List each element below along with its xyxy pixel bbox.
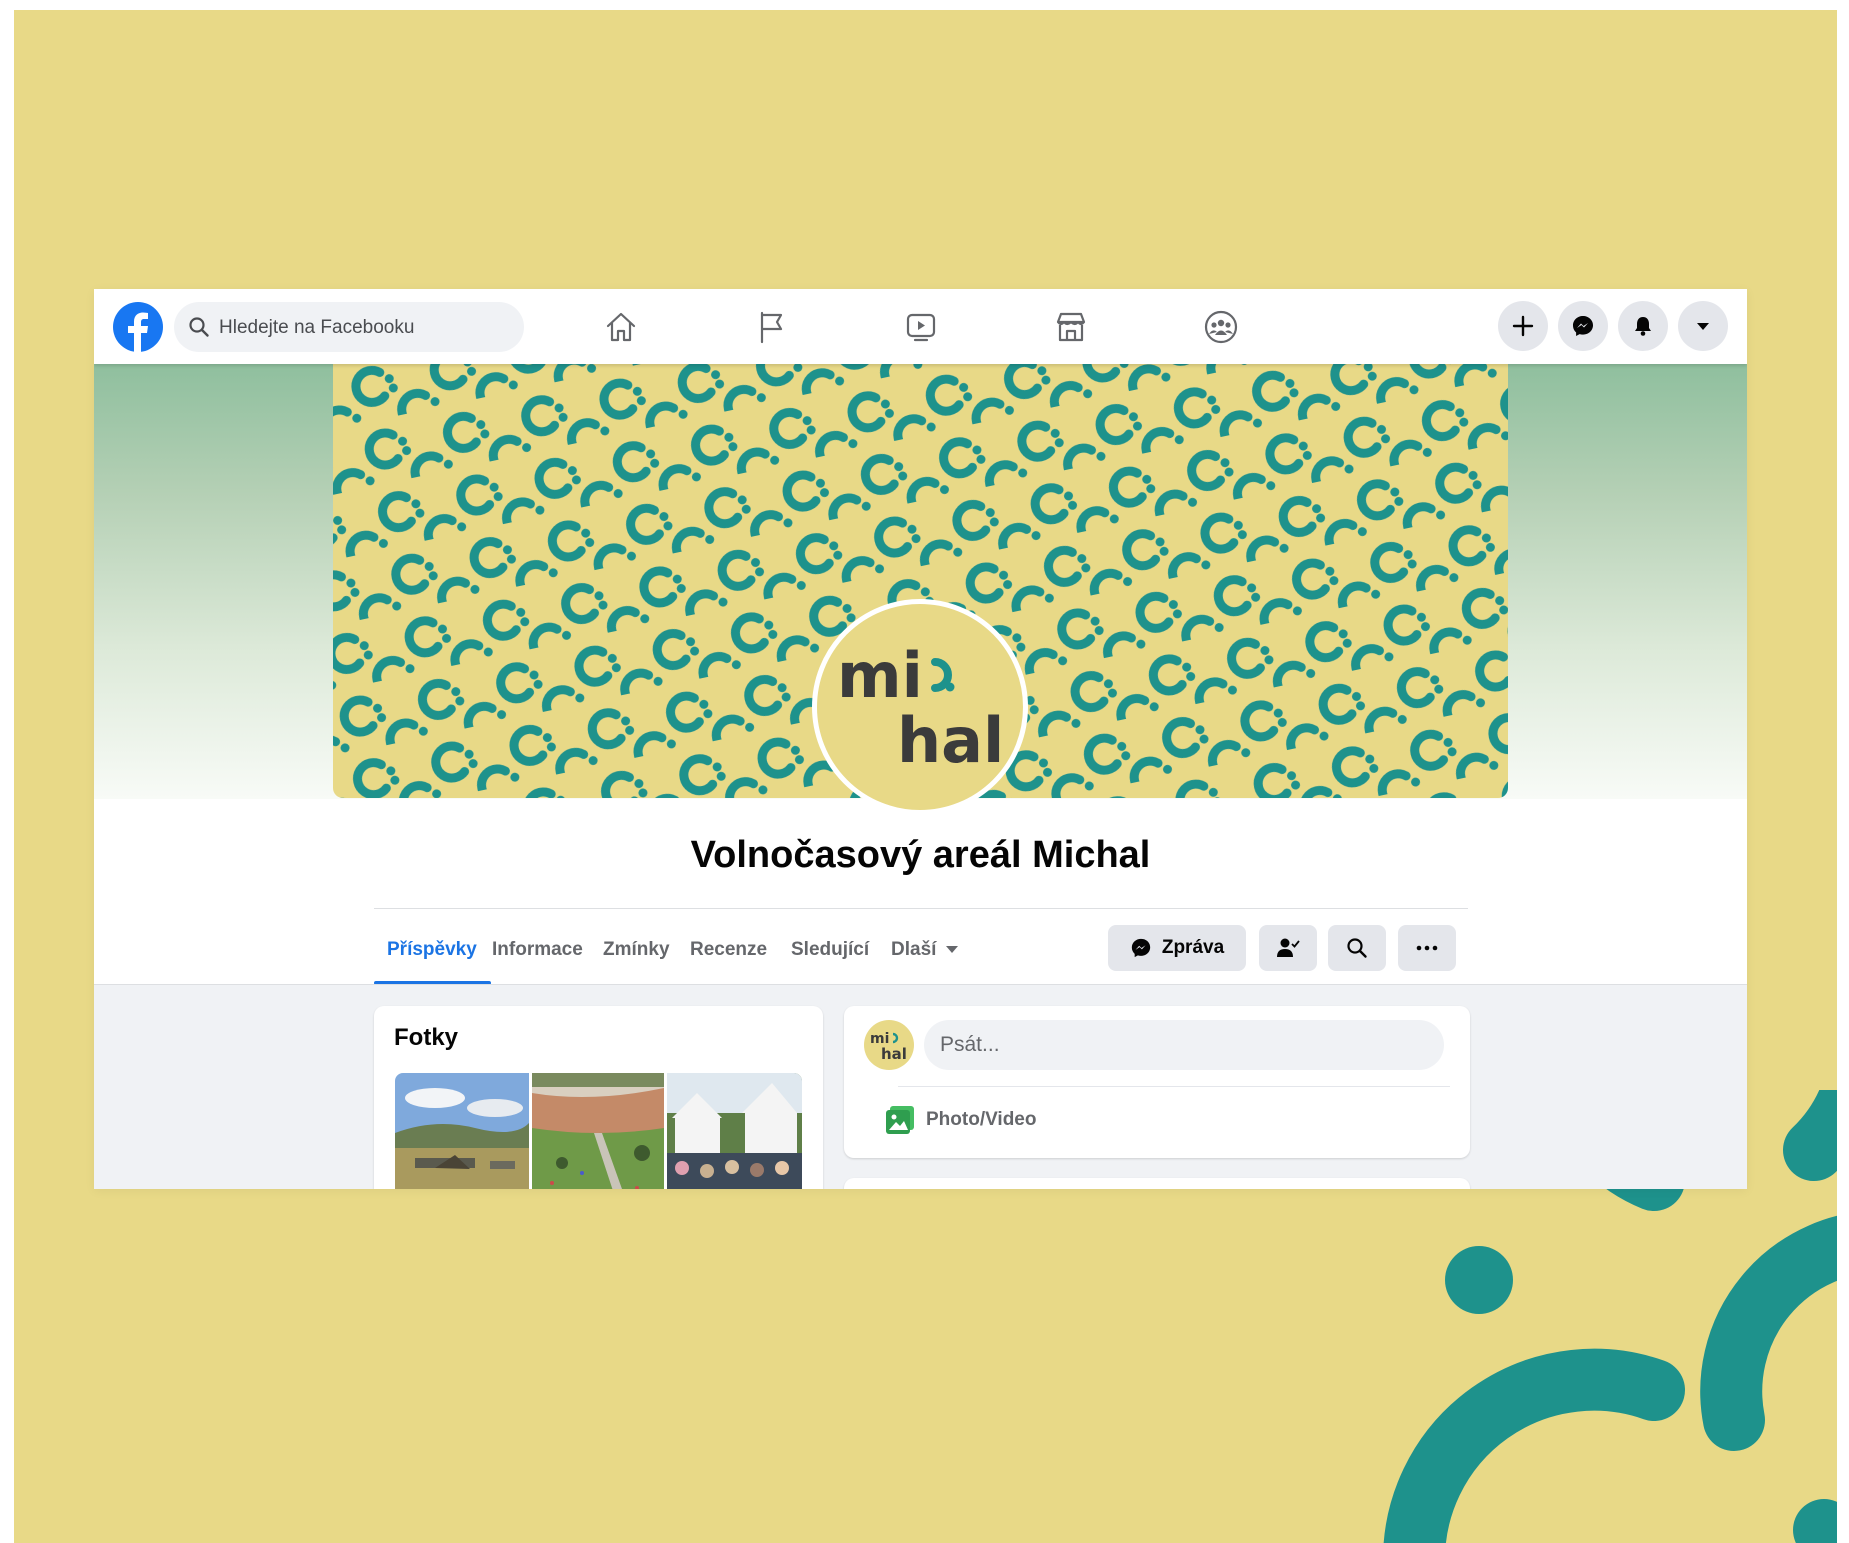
tab-about[interactable]: Informace bbox=[492, 939, 583, 961]
search-placeholder: Hledejte na Facebooku bbox=[219, 317, 415, 338]
video-icon[interactable] bbox=[903, 309, 939, 345]
facebook-window: Hledejte na Facebooku mi hal Volnočasový… bbox=[94, 289, 1747, 1189]
plus-icon bbox=[1512, 315, 1534, 337]
messenger-icon bbox=[1573, 316, 1593, 336]
svg-text:hal: hal bbox=[897, 704, 1004, 777]
marketplace-icon[interactable] bbox=[1053, 309, 1089, 345]
page-search-button[interactable] bbox=[1328, 925, 1386, 971]
tab-mentions[interactable]: Zmínky bbox=[603, 939, 670, 961]
follow-button[interactable] bbox=[1259, 925, 1317, 971]
search-icon bbox=[189, 317, 209, 337]
flag-icon[interactable] bbox=[753, 309, 789, 345]
page-content: Fotky mi hal Psát... Photo/Video bbox=[94, 984, 1747, 1189]
header-divider bbox=[374, 908, 1468, 909]
add-friend-icon bbox=[1277, 938, 1300, 957]
home-icon[interactable] bbox=[603, 309, 639, 345]
svg-text:mi: mi bbox=[837, 639, 923, 712]
messenger-icon bbox=[1131, 938, 1151, 958]
photos-title: Fotky bbox=[394, 1024, 459, 1051]
tab-more-label: Dlaší bbox=[891, 939, 937, 960]
groups-icon[interactable] bbox=[1203, 309, 1239, 345]
tab-posts[interactable]: Příspěvky bbox=[387, 939, 477, 961]
profile-picture[interactable]: mi hal bbox=[812, 599, 1028, 815]
composer-divider bbox=[898, 1086, 1450, 1087]
photo-thumbnail[interactable] bbox=[667, 1073, 802, 1189]
composer-avatar[interactable]: mi hal bbox=[864, 1020, 914, 1070]
photo-thumbnail[interactable] bbox=[532, 1073, 664, 1189]
photos-card: Fotky bbox=[374, 1006, 823, 1189]
create-button[interactable] bbox=[1498, 301, 1548, 351]
photo-video-button[interactable]: Photo/Video bbox=[886, 1106, 1036, 1134]
page-title: Volnočasový areál Michal bbox=[690, 834, 1151, 876]
more-icon bbox=[1416, 945, 1438, 951]
composer-card: mi hal Psát... Photo/Video bbox=[844, 1006, 1470, 1158]
search-icon bbox=[1347, 938, 1367, 958]
caret-down-icon bbox=[1697, 323, 1709, 330]
notifications-button[interactable] bbox=[1618, 301, 1668, 351]
next-post-card bbox=[844, 1178, 1470, 1189]
photo-thumbnail[interactable] bbox=[395, 1073, 529, 1189]
photo-icon bbox=[886, 1106, 914, 1134]
message-button-label: Zpráva bbox=[1161, 937, 1225, 958]
search-field[interactable]: Hledejte na Facebooku bbox=[174, 302, 524, 352]
composer-input[interactable]: Psát... bbox=[924, 1020, 1444, 1070]
tab-reviews[interactable]: Recenze bbox=[690, 939, 767, 961]
account-menu-button[interactable] bbox=[1678, 301, 1728, 351]
more-options-button[interactable] bbox=[1398, 925, 1456, 971]
michal-logo: mi hal bbox=[837, 639, 1004, 777]
caret-down-icon bbox=[946, 946, 959, 954]
messenger-button[interactable] bbox=[1558, 301, 1608, 351]
composer-placeholder: Psát... bbox=[940, 1033, 1000, 1056]
facebook-logo[interactable] bbox=[113, 302, 163, 352]
tab-more[interactable]: Dlaší bbox=[891, 939, 959, 961]
top-navigation-bar: Hledejte na Facebooku bbox=[94, 289, 1747, 364]
svg-text:hal: hal bbox=[881, 1045, 907, 1063]
message-button[interactable]: Zpráva bbox=[1108, 925, 1246, 971]
tab-followers[interactable]: Sledující bbox=[791, 939, 869, 961]
bell-icon bbox=[1635, 317, 1651, 336]
photo-video-label: Photo/Video bbox=[926, 1109, 1037, 1130]
